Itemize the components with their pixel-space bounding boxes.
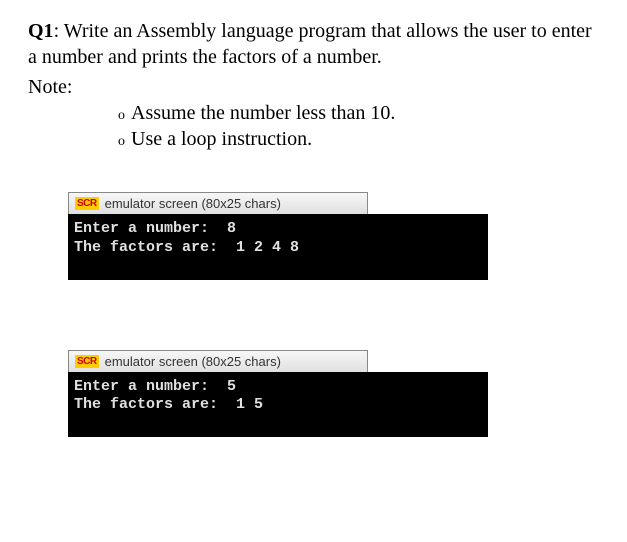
bullet-item: o Assume the number less than 10. xyxy=(118,100,599,126)
console-line: Enter a number: 8 xyxy=(74,220,236,237)
window-titlebar: SCR emulator screen (80x25 chars) xyxy=(68,350,368,372)
bullet-item: o Use a loop instruction. xyxy=(118,126,599,152)
emulator-window: SCR emulator screen (80x25 chars) Enter … xyxy=(68,192,599,280)
bullet-text: Assume the number less than 10. xyxy=(131,100,395,126)
console-line: The factors are: 1 5 xyxy=(74,396,263,413)
console-output: Enter a number: 5 The factors are: 1 5 xyxy=(68,372,488,438)
bullet-marker-icon: o xyxy=(118,107,125,125)
window-titlebar: SCR emulator screen (80x25 chars) xyxy=(68,192,368,214)
note-label: Note: xyxy=(28,74,599,100)
console-line: The factors are: 1 2 4 8 xyxy=(74,239,299,256)
window-title: emulator screen (80x25 chars) xyxy=(105,196,281,211)
console-line: Enter a number: 5 xyxy=(74,378,236,395)
console-output: Enter a number: 8 The factors are: 1 2 4… xyxy=(68,214,488,280)
bullet-text: Use a loop instruction. xyxy=(131,126,312,152)
emulator-window: SCR emulator screen (80x25 chars) Enter … xyxy=(68,350,599,438)
question-label: Q1 xyxy=(28,20,54,42)
note-bullets: o Assume the number less than 10. o Use … xyxy=(118,100,599,152)
question-body: : Write an Assembly language program tha… xyxy=(28,20,592,68)
window-title: emulator screen (80x25 chars) xyxy=(105,354,281,369)
scr-icon: SCR xyxy=(75,197,99,210)
scr-icon: SCR xyxy=(75,355,99,368)
bullet-marker-icon: o xyxy=(118,133,125,151)
question-text: Q1: Write an Assembly language program t… xyxy=(28,18,599,70)
